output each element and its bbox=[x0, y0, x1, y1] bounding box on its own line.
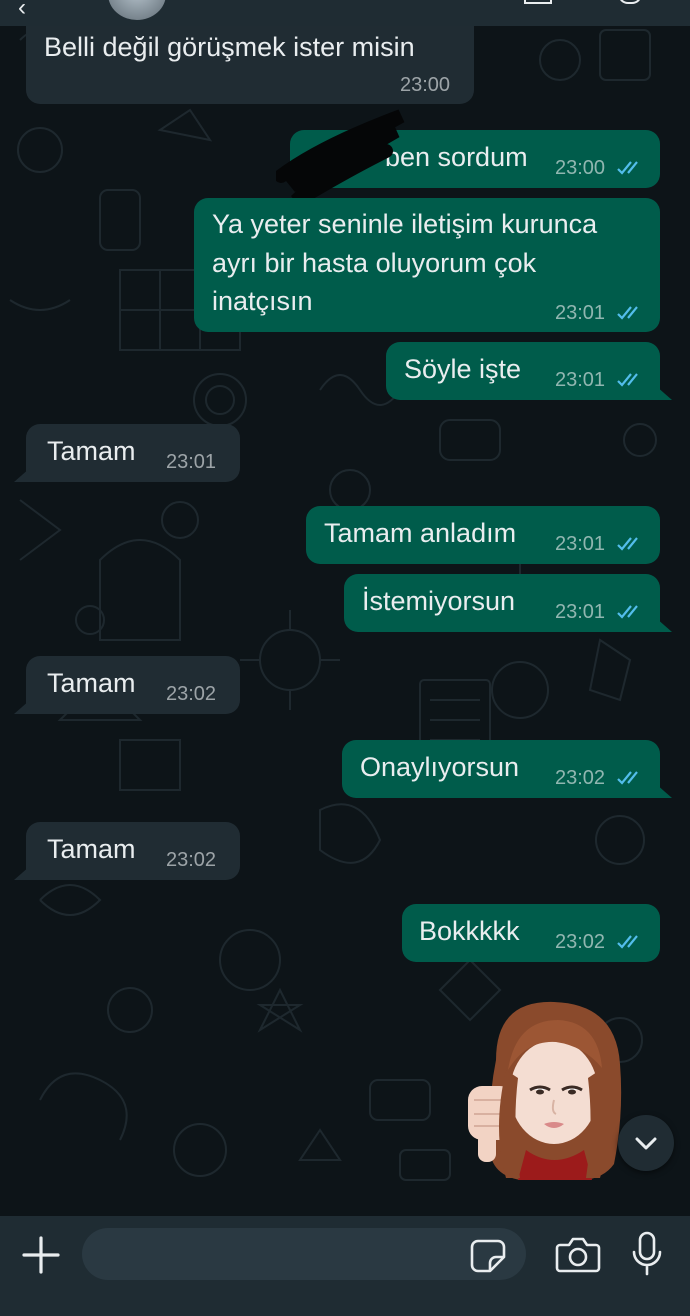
read-receipt-icon bbox=[617, 161, 638, 175]
message-incoming[interactable]: Tamam 23:02 bbox=[14, 822, 240, 880]
message-time: 23:01 bbox=[166, 451, 217, 473]
message-time: 23:02 bbox=[555, 767, 606, 789]
message-text: Tamam bbox=[47, 668, 136, 698]
message-text: Bokkkkk bbox=[419, 916, 520, 946]
message-incoming[interactable]: Belli değil görüşmek ister misin 23:00 bbox=[26, 26, 474, 104]
message-time: 23:00 bbox=[555, 157, 606, 179]
contact-avatar[interactable] bbox=[108, 0, 166, 20]
message-text: Söyle işte bbox=[404, 354, 522, 384]
message-text: Tamam bbox=[47, 834, 136, 864]
read-receipt-icon bbox=[617, 771, 638, 785]
read-receipt-icon bbox=[617, 306, 638, 320]
video-call-icon[interactable] bbox=[524, 0, 552, 4]
scroll-to-bottom-button[interactable] bbox=[618, 1115, 674, 1171]
message-incoming[interactable]: Tamam 23:01 bbox=[14, 424, 240, 482]
message-text: İstemiyorsun bbox=[362, 586, 516, 616]
message-text: Tamam anladım bbox=[324, 518, 517, 548]
message-time: 23:01 bbox=[555, 302, 606, 324]
message-outgoing[interactable]: Ya yeter seninle iletişim kurunca ayrı b… bbox=[194, 198, 660, 332]
read-receipt-icon bbox=[617, 605, 638, 619]
chevron-down-icon bbox=[635, 1137, 657, 1150]
read-receipt-icon bbox=[617, 935, 638, 949]
message-text: Tamam bbox=[47, 436, 136, 466]
microphone-icon[interactable] bbox=[630, 1230, 664, 1278]
message-time: 23:01 bbox=[555, 601, 606, 623]
message-time: 23:01 bbox=[555, 533, 606, 555]
message-text: Ya yeter seninle iletişim kurunca ayrı b… bbox=[212, 209, 598, 316]
message-input[interactable] bbox=[82, 1228, 526, 1280]
message-time: 23:02 bbox=[166, 683, 217, 705]
message-time: 23:00 bbox=[400, 74, 451, 96]
phone-call-icon[interactable] bbox=[618, 0, 642, 4]
chat-header: ‹ bbox=[0, 0, 690, 26]
message-outgoing[interactable]: Tamam anladım 23:01 bbox=[306, 506, 660, 564]
memoji-thumbs-down-sticker[interactable] bbox=[466, 1000, 632, 1180]
message-outgoing[interactable]: Onaylıyorsun 23:02 bbox=[342, 740, 672, 798]
chat-screen: ‹ Belli değil görüşmek ister misin 23:00… bbox=[0, 0, 690, 1316]
read-receipt-icon bbox=[617, 537, 638, 551]
camera-icon[interactable] bbox=[554, 1234, 602, 1276]
redaction-scribble bbox=[276, 109, 405, 198]
message-outgoing[interactable]: Söyle işte 23:01 bbox=[386, 342, 672, 400]
message-outgoing[interactable]: İstemiyorsun 23:01 bbox=[344, 574, 672, 632]
message-text: Belli değil görüşmek ister misin bbox=[44, 32, 415, 62]
message-time: 23:01 bbox=[555, 369, 606, 391]
message-incoming[interactable]: Tamam 23:02 bbox=[14, 656, 240, 714]
message-text: Onaylıyorsun bbox=[360, 752, 520, 782]
message-time: 23:02 bbox=[166, 849, 217, 871]
message-outgoing[interactable]: Bokkkkk 23:02 bbox=[402, 904, 660, 962]
read-receipt-icon bbox=[617, 373, 638, 387]
sticker-icon[interactable] bbox=[470, 1237, 506, 1273]
back-arrow-icon[interactable]: ‹ bbox=[18, 0, 26, 22]
composer-bar bbox=[0, 1216, 690, 1316]
plus-icon[interactable] bbox=[18, 1232, 64, 1278]
message-time: 23:02 bbox=[555, 931, 606, 953]
